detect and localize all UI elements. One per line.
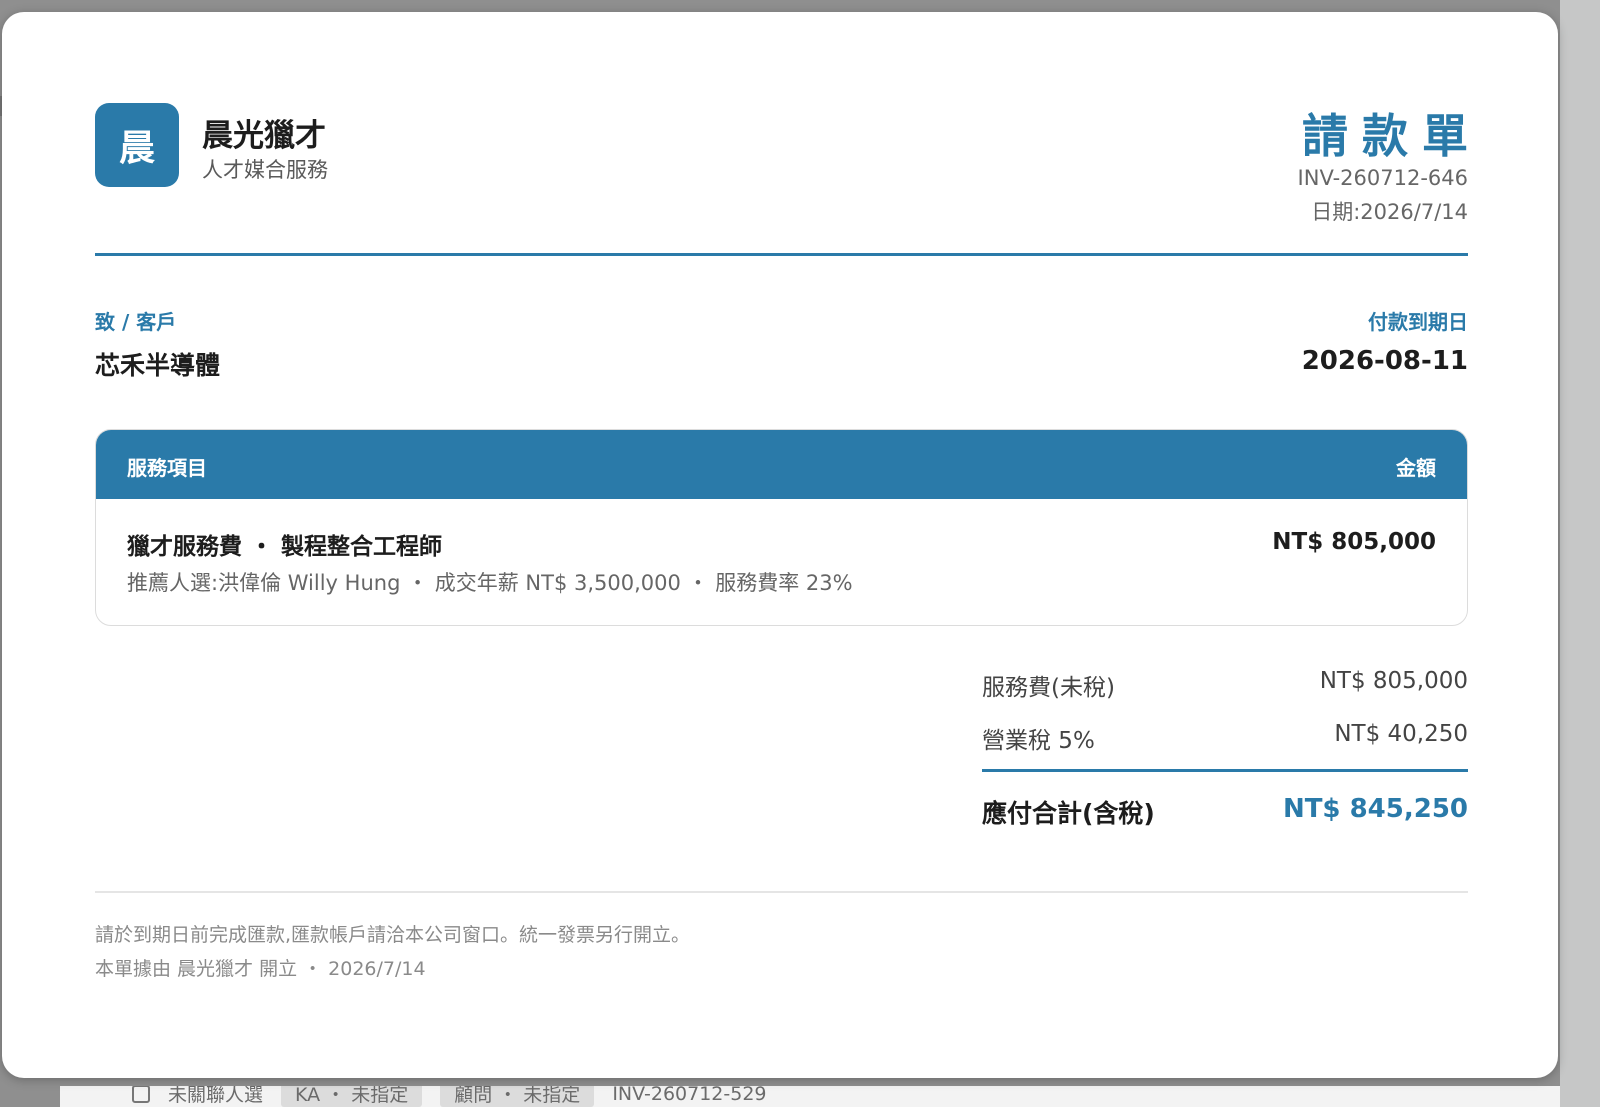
item-detail: 推薦人選:洪偉倫 Willy Hung ・ 成交年薪 NT$ 3,500,000… xyxy=(127,571,853,595)
subtotal-label: 服務費(未稅) xyxy=(982,675,1115,701)
column-header-item: 服務項目 xyxy=(127,456,207,480)
company-logo-text: 晨 xyxy=(118,128,155,169)
company-name: 晨光獵才 xyxy=(202,118,326,154)
header-divider xyxy=(95,253,1468,256)
background-row-text: 未關聯人選 xyxy=(168,1086,264,1106)
invoice-modal: 晨 晨光獵才 人才媒合服務 請款單 INV-260712-646 日期:2026… xyxy=(2,12,1558,1078)
due-date-label: 付款到期日 xyxy=(1368,310,1468,334)
table-row: 獵才服務費 ・ 製程整合工程師 推薦人選:洪偉倫 Willy Hung ・ 成交… xyxy=(96,499,1467,625)
subtotal-row: 服務費(未稅) NT$ 805,000 xyxy=(982,664,1468,717)
background-chip-consultant: 顧問 ・ 未指定 xyxy=(440,1086,595,1107)
document-title: 請款單 xyxy=(1302,109,1482,163)
totals-divider xyxy=(982,769,1468,772)
background-page-edge xyxy=(1560,0,1600,1107)
total-label: 應付合計(含稅) xyxy=(982,799,1155,828)
background-invoice-number: INV-260712-529 xyxy=(612,1086,767,1105)
company-subtitle: 人才媒合服務 xyxy=(202,158,328,182)
tax-row: 營業稅 5% NT$ 40,250 xyxy=(982,717,1468,770)
background-invoice-list: 未關聯人選 KA ・ 未指定 顧問 ・ 未指定 INV-260712-529 xyxy=(60,1086,1560,1107)
item-title: 獵才服務費 ・ 製程整合工程師 xyxy=(127,534,443,560)
invoice-number: INV-260712-646 xyxy=(1297,166,1468,190)
background-chip-ka: KA ・ 未指定 xyxy=(281,1086,423,1107)
subtotal-value: NT$ 805,000 xyxy=(1319,668,1468,694)
client-name: 芯禾半導體 xyxy=(95,351,221,380)
total-value: NT$ 845,250 xyxy=(1282,794,1468,824)
items-table: 服務項目 金額 獵才服務費 ・ 製程整合工程師 推薦人選:洪偉倫 Willy H… xyxy=(95,429,1468,626)
invoice-date: 日期:2026/7/14 xyxy=(1311,200,1468,224)
company-logo: 晨 xyxy=(95,103,179,187)
background-list-row: 未關聯人選 KA ・ 未指定 顧問 ・ 未指定 INV-260712-529 xyxy=(132,1086,767,1107)
column-header-amount: 金額 xyxy=(1396,456,1436,480)
payment-note: 請於到期日前完成匯款,匯款帳戶請洽本公司窗口。統一發票另行開立。 xyxy=(95,924,691,946)
checkbox-icon xyxy=(132,1086,150,1103)
footer-divider xyxy=(95,891,1468,893)
item-amount: NT$ 805,000 xyxy=(1272,529,1436,555)
items-table-header: 服務項目 金額 xyxy=(96,430,1467,499)
tax-label: 營業稅 5% xyxy=(982,728,1095,754)
tax-value: NT$ 40,250 xyxy=(1334,721,1468,747)
totals-section: 服務費(未稅) NT$ 805,000 營業稅 5% NT$ 40,250 應付… xyxy=(982,664,1468,828)
client-label: 致 / 客戶 xyxy=(95,310,177,334)
issued-by-line: 本單據由 晨光獵才 開立 ・ 2026/7/14 xyxy=(95,958,426,980)
due-date: 2026-08-11 xyxy=(1301,346,1468,376)
